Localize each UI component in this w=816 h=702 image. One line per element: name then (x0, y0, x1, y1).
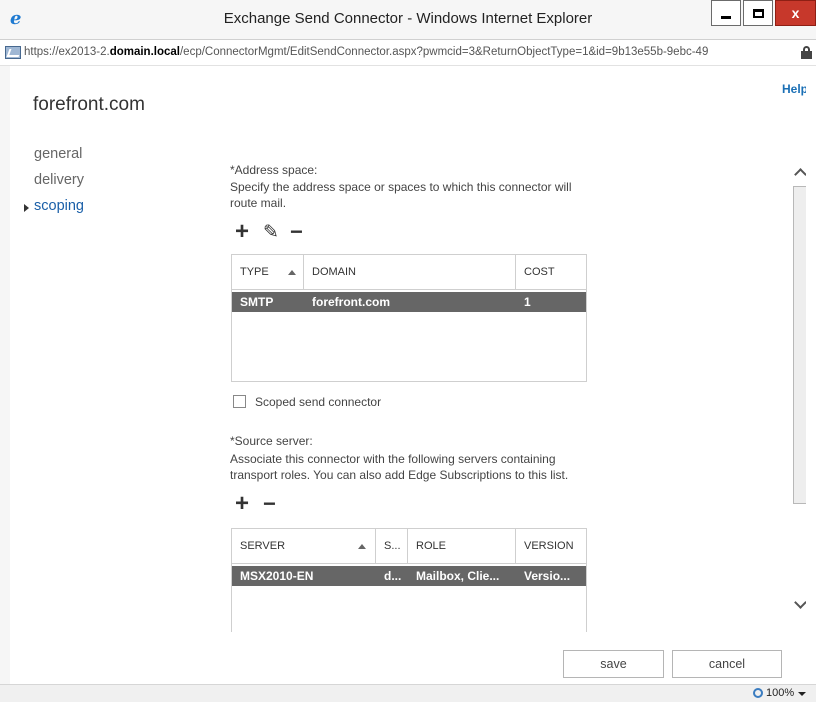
remove-source-server-button[interactable]: − (263, 493, 276, 515)
sort-ascending-icon (288, 270, 296, 275)
minimize-icon (721, 15, 731, 19)
source-server-table: SERVER S... ROLE VERSION MSX2010-EN d...… (231, 528, 587, 632)
status-bar: 100% (0, 684, 816, 702)
maximize-button[interactable] (743, 0, 773, 26)
save-button[interactable]: save (563, 650, 664, 678)
window-frame-right (806, 66, 816, 684)
column-header-version[interactable]: VERSION (516, 529, 588, 564)
cell-version: Versio... (524, 569, 571, 583)
sidebar-nav: general delivery scoping (24, 146, 84, 224)
sidebar-item-label: scoping (34, 198, 84, 214)
address-space-description-2: route mail. (230, 196, 287, 210)
maximize-icon (752, 8, 764, 18)
sidebar-item-general[interactable]: general (34, 146, 84, 172)
cell-domain: forefront.com (312, 295, 390, 309)
table-header: SERVER S... ROLE VERSION (232, 529, 586, 564)
source-server-heading: *Source server: (230, 434, 313, 448)
column-header-role[interactable]: ROLE (408, 529, 516, 564)
cell-cost: 1 (524, 295, 531, 309)
column-header-server[interactable]: SERVER (232, 529, 376, 564)
cell-type: SMTP (240, 295, 274, 309)
chevron-down-icon (794, 596, 807, 609)
column-header-type[interactable]: TYPE (232, 255, 304, 290)
sidebar-item-delivery[interactable]: delivery (34, 172, 84, 198)
sort-ascending-icon (358, 544, 366, 549)
column-header-cost[interactable]: COST (516, 255, 588, 290)
edit-address-space-button[interactable]: ✎ (263, 223, 279, 243)
add-source-server-button[interactable]: + (235, 492, 249, 516)
address-space-heading: *Address space: (230, 163, 318, 177)
add-address-space-button[interactable]: + (235, 220, 249, 244)
url-host: domain.local (109, 46, 180, 58)
table-row[interactable]: SMTP forefront.com 1 (232, 292, 586, 312)
window-frame-left (0, 66, 10, 684)
address-space-table: TYPE DOMAIN COST SMTP forefront.com 1 (231, 254, 587, 382)
column-header-site[interactable]: S... (376, 529, 408, 564)
scoped-send-connector-checkbox[interactable] (233, 395, 246, 408)
url-subdomain: ex2013-2. (58, 46, 110, 58)
address-bar: https://ex2013-2.domain.local/ecp/Connec… (0, 40, 816, 66)
main-content: forefront.com Help general delivery scop… (10, 66, 816, 684)
table-row[interactable]: MSX2010-EN d... Mailbox, Clie... Versio.… (232, 566, 586, 586)
zoom-level[interactable]: 100% (766, 687, 794, 699)
remove-address-space-button[interactable]: − (290, 221, 303, 243)
page-icon (5, 46, 21, 59)
chevron-up-icon (794, 168, 807, 181)
title-bar: e Exchange Send Connector - Windows Inte… (0, 0, 816, 40)
window-title: Exchange Send Connector - Windows Intern… (223, 10, 593, 27)
url-scheme: https:// (24, 46, 59, 58)
cell-role: Mailbox, Clie... (416, 569, 500, 583)
cell-server: MSX2010-EN (240, 569, 314, 583)
source-server-description-1: Associate this connector with the follow… (230, 452, 556, 466)
zoom-icon[interactable] (753, 688, 763, 698)
help-link[interactable]: Help (782, 82, 808, 96)
lock-icon[interactable] (801, 46, 812, 59)
scoped-send-connector-label: Scoped send connector (255, 395, 382, 409)
source-server-description-2: transport roles. You can also add Edge S… (230, 468, 569, 482)
minimize-button[interactable] (711, 0, 741, 26)
close-button[interactable]: x (775, 0, 816, 26)
caret-right-icon (24, 204, 29, 212)
column-header-domain[interactable]: DOMAIN (304, 255, 516, 290)
url-field[interactable]: https://ex2013-2.domain.local/ecp/Connec… (24, 46, 790, 58)
page-title: forefront.com (33, 94, 145, 115)
table-header: TYPE DOMAIN COST (232, 255, 586, 290)
cancel-button[interactable]: cancel (672, 650, 782, 678)
url-path: /ecp/ConnectorMgmt/EditSendConnector.asp… (179, 46, 709, 58)
zoom-dropdown-arrow-icon[interactable] (798, 692, 806, 696)
address-space-description-1: Specify the address space or spaces to w… (230, 180, 572, 194)
cell-site: d... (384, 569, 402, 583)
sidebar-item-scoping[interactable]: scoping (24, 198, 84, 224)
close-icon: x (791, 5, 800, 21)
